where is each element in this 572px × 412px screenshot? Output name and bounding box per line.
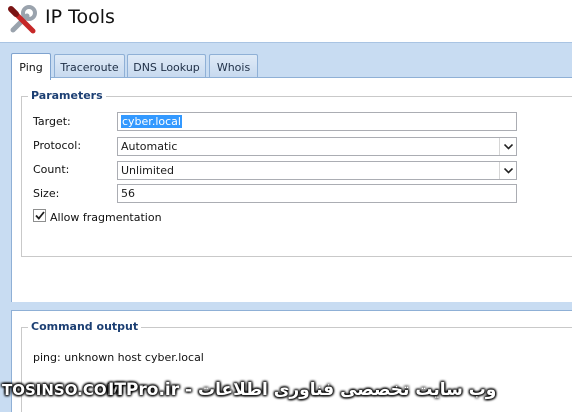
protocol-value: Automatic <box>121 140 178 153</box>
allow-fragmentation-checkbox[interactable] <box>33 209 46 222</box>
count-label: Count: <box>33 163 70 176</box>
watermark-left: TOSINSO.COM <box>2 381 122 399</box>
title-bar: IP Tools <box>0 0 572 42</box>
protocol-select[interactable]: Automatic <box>117 137 517 156</box>
tab-traceroute[interactable]: Traceroute <box>54 54 125 79</box>
size-label: Size: <box>33 187 60 200</box>
chevron-down-icon <box>503 167 513 174</box>
protocol-label: Protocol: <box>33 139 82 152</box>
size-input[interactable]: 56 <box>117 184 517 203</box>
command-output-text: ping: unknown host cyber.local <box>33 351 204 364</box>
protocol-dropdown-button[interactable] <box>499 138 516 155</box>
size-value: 56 <box>121 187 135 200</box>
watermark-right: وب سایت تخصصی فناوری اطلاعات - ITPro.ir <box>108 380 497 400</box>
count-select[interactable]: Unlimited <box>117 161 517 180</box>
checkmark-icon <box>34 211 45 220</box>
count-value: Unlimited <box>121 164 174 177</box>
target-label: Target: <box>33 115 71 128</box>
app-title: IP Tools <box>45 6 115 28</box>
count-dropdown-button[interactable] <box>499 162 516 179</box>
tab-whois[interactable]: Whois <box>209 54 258 79</box>
tab-strip: Ping Traceroute DNS Lookup Whois <box>0 42 572 80</box>
allow-fragmentation-label: Allow fragmentation <box>50 211 162 224</box>
command-output-title: Command output <box>28 320 142 333</box>
target-input[interactable]: cyber.local <box>117 112 517 131</box>
tab-ping[interactable]: Ping <box>11 53 51 80</box>
target-value: cyber.local <box>121 115 182 128</box>
parameters-title: Parameters <box>28 89 106 102</box>
tab-dns-lookup[interactable]: DNS Lookup <box>127 54 206 79</box>
watermark: TOSINSO.COM وب سایت تخصصی فناوری اطلاعات… <box>0 378 572 408</box>
tools-icon <box>8 5 37 34</box>
chevron-down-icon <box>503 143 513 150</box>
